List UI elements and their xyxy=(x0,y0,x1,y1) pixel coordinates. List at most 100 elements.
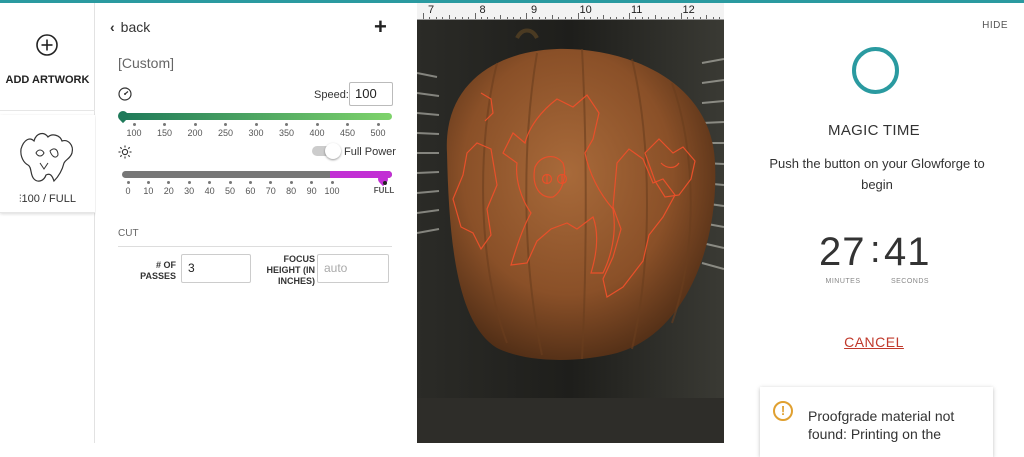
speed-label: Speed: xyxy=(314,89,349,101)
ruler-tick xyxy=(442,17,444,19)
power-tick-dot xyxy=(269,181,273,184)
countdown-minutes-label: MINUTES xyxy=(825,278,861,285)
ruler-tick xyxy=(448,15,450,19)
hide-button[interactable]: HIDE xyxy=(982,20,1008,31)
speed-tick-label: 400 xyxy=(309,128,325,138)
ruler-tick xyxy=(674,17,676,19)
speed-tick-dot xyxy=(163,123,166,126)
passes-input[interactable]: 3 xyxy=(181,254,251,283)
speed-tick-dot xyxy=(346,123,349,126)
add-artwork-button[interactable]: ADD ARTWORK xyxy=(0,3,95,111)
ruler-tick xyxy=(693,17,695,19)
countdown-seconds-label: SECONDS xyxy=(890,278,930,285)
add-preset-button[interactable]: + xyxy=(374,14,387,40)
ruler-tick xyxy=(500,15,502,19)
ruler-tick xyxy=(538,17,540,19)
print-instruction: Push the button on your Glowforge to beg… xyxy=(769,156,985,192)
speedometer-icon xyxy=(118,87,132,101)
ruler-tick xyxy=(719,17,721,19)
section-divider xyxy=(118,246,392,247)
power-tick-dot xyxy=(228,181,232,184)
ruler-tick xyxy=(468,17,470,19)
power-tick-dot xyxy=(167,181,171,184)
speed-slider-track[interactable] xyxy=(122,113,392,120)
speed-input[interactable]: 100 xyxy=(349,82,393,106)
power-tick-dot xyxy=(248,181,252,184)
power-tick-dot xyxy=(187,181,191,184)
artwork-preview-image xyxy=(20,132,73,183)
ruler-tick xyxy=(564,17,566,19)
countdown-seconds: 41 xyxy=(884,230,931,274)
power-tick-dot xyxy=(208,181,212,184)
bed-camera-view[interactable]: 7 8 9 10 11 12 xyxy=(417,3,724,443)
ruler-tick xyxy=(435,17,437,19)
focus-height-input[interactable]: auto xyxy=(317,254,389,283)
speed-tick-label: 350 xyxy=(278,128,295,138)
power-tick-dot xyxy=(310,181,314,184)
speed-tick-label: 250 xyxy=(217,128,234,138)
ruler-tick xyxy=(526,13,527,19)
speed-tick-dot xyxy=(132,123,136,126)
speed-slider-handle[interactable] xyxy=(115,108,131,124)
speed-tick-dot xyxy=(376,123,380,126)
power-tick-dot xyxy=(289,181,293,184)
power-tick-label: 100 xyxy=(324,186,340,196)
full-power-label: Full Power xyxy=(344,146,396,158)
back-label: back xyxy=(120,19,151,35)
ruler-tick xyxy=(558,17,560,19)
ruler-tick xyxy=(706,15,708,19)
status-ring-icon xyxy=(852,47,899,94)
full-power-toggle-knob[interactable] xyxy=(325,143,341,159)
speed-tick-dot xyxy=(224,123,227,126)
ruler-tick xyxy=(616,17,618,19)
ruler-tick xyxy=(545,17,547,19)
speed-tick-dot xyxy=(254,123,258,126)
speed-tick-label: 300 xyxy=(248,128,264,138)
preset-name: [Custom] xyxy=(118,55,175,71)
add-artwork-label: ADD ARTWORK xyxy=(5,74,90,86)
ruler-tick xyxy=(603,15,605,19)
ruler-tick xyxy=(680,13,682,19)
ruler-tick xyxy=(686,17,688,19)
settings-panel: ‹ back + [Custom] Speed: 100 100 150 200 250… xyxy=(96,3,417,443)
ruler-tick xyxy=(423,13,424,19)
artwork-thumbnail[interactable]: ⫶100 / FULL xyxy=(0,115,95,213)
ruler-tick xyxy=(551,15,553,19)
ruler-tick xyxy=(506,17,508,19)
material-warning-card: ! Proofgrade material not found: Printin… xyxy=(760,387,993,457)
section-label: CUT xyxy=(118,228,139,239)
speed-tick-label: 450 xyxy=(339,128,356,138)
ruler-number: 12 xyxy=(682,4,695,16)
ruler-tick xyxy=(583,17,585,19)
plus-circle-icon xyxy=(36,34,58,56)
thumbnail-settings-text: 100 / FULL xyxy=(21,193,76,205)
ruler-tick xyxy=(487,17,489,19)
ruler-tick xyxy=(513,17,515,19)
power-tick-dot xyxy=(330,181,334,184)
bed-ruler: 7 8 9 10 11 12 xyxy=(417,3,724,20)
back-link[interactable]: ‹ back xyxy=(110,19,150,35)
print-status-title: MAGIC TIME xyxy=(828,122,920,139)
power-tick-dot xyxy=(382,181,387,185)
artwork-rail: ADD ARTWORK ⫶100 / FULL xyxy=(0,3,95,443)
ruler-tick xyxy=(622,17,624,19)
material-warning-text: Proofgrade material not found: Printing … xyxy=(808,408,955,442)
ruler-tick xyxy=(661,17,663,19)
chevron-left-icon: ‹ xyxy=(110,19,115,35)
ruler-tick xyxy=(480,17,482,19)
ruler-tick xyxy=(455,17,457,19)
thumbnail-settings-label: ⫶100 / FULL xyxy=(0,193,95,205)
exclamation-circle-icon: ! xyxy=(773,401,793,421)
ruler-tick xyxy=(532,17,534,19)
speed-tick-label: 200 xyxy=(187,128,203,138)
ruler-tick xyxy=(609,17,611,19)
ruler-tick xyxy=(654,15,656,19)
ruler-number: 7 xyxy=(428,4,435,16)
speed-tick-label: 100 xyxy=(126,128,142,138)
ruler-number: 8 xyxy=(479,4,486,16)
cancel-print-link[interactable]: CANCEL xyxy=(724,334,1024,350)
ruler-tick xyxy=(635,17,637,19)
ruler-tick xyxy=(474,13,476,19)
ruler-tick xyxy=(712,17,714,19)
countdown-colon: : xyxy=(870,229,881,271)
